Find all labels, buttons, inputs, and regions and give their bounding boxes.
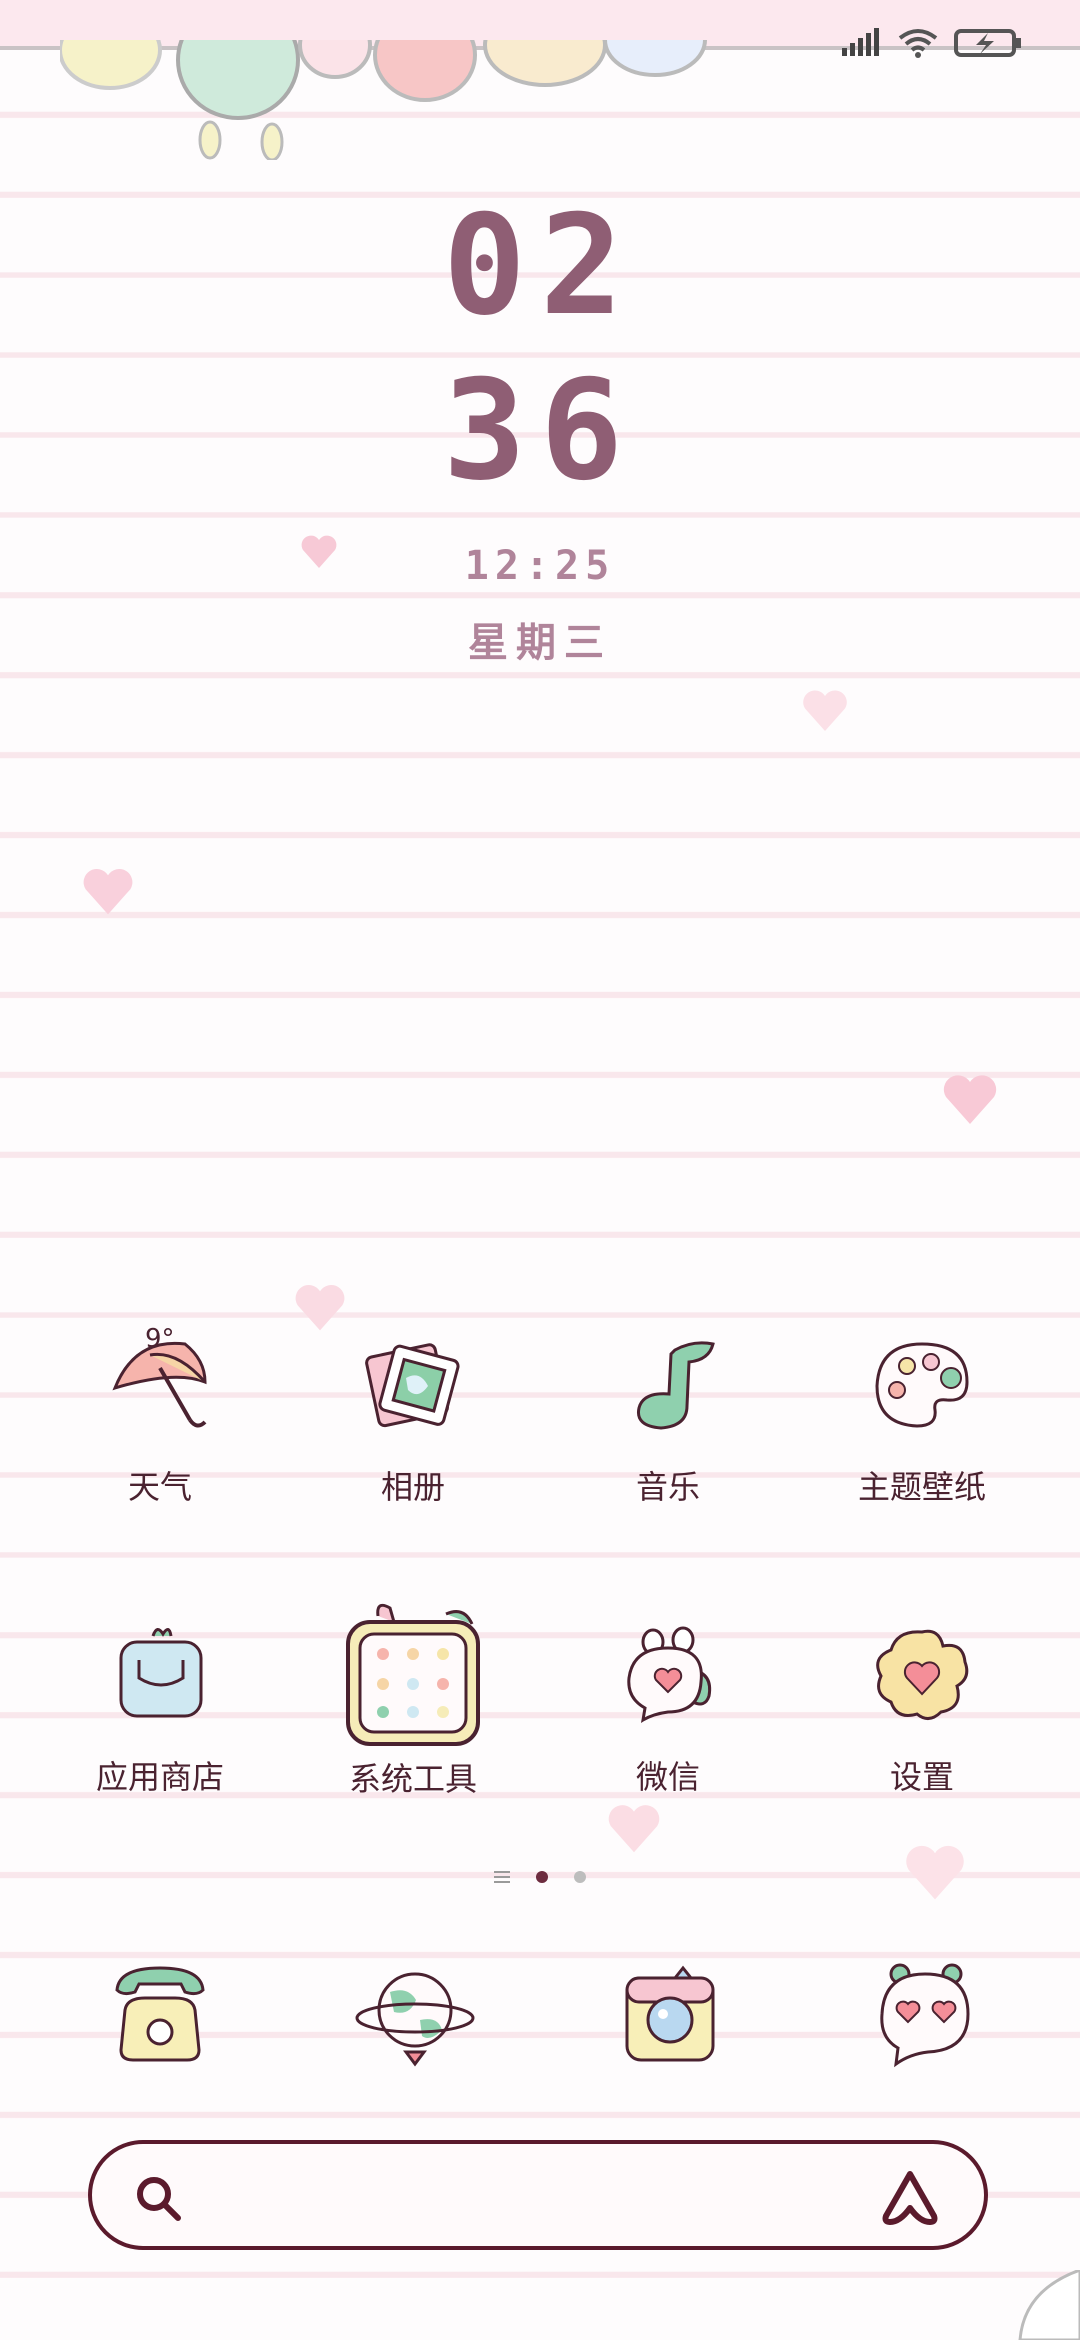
app-system-tools[interactable]: 系统工具: [313, 1600, 513, 1800]
clock-hour: 02: [442, 185, 638, 346]
app-store[interactable]: 应用商店: [60, 1620, 260, 1798]
music-note-icon: [636, 1341, 715, 1430]
app-settings[interactable]: 设置: [822, 1620, 1022, 1798]
weather-temperature: 9°: [145, 1324, 175, 1354]
heart-decoration: [301, 535, 337, 568]
page-dot-active[interactable]: [536, 1871, 548, 1883]
chat-bunny-icon: [627, 1626, 712, 1723]
app-label: 音乐: [635, 1469, 700, 1505]
page-indicator[interactable]: [0, 1870, 1080, 1884]
page-dot[interactable]: [574, 1871, 586, 1883]
flower-gear-icon: [876, 1629, 969, 1720]
shopping-bag-icon: [119, 1628, 203, 1718]
assistant-icon[interactable]: [880, 2170, 940, 2226]
app-label: 应用商店: [95, 1759, 224, 1795]
app-weather[interactable]: 9° 天气: [60, 1324, 260, 1508]
corner-decoration: [1018, 2270, 1080, 2340]
clock-minute: 36: [442, 350, 638, 511]
camera-icon[interactable]: [605, 1960, 735, 2070]
heart-decoration: [83, 868, 133, 915]
secondary-time: 12:25: [464, 543, 616, 589]
signal-icon: [842, 28, 879, 56]
app-label: 系统工具: [348, 1761, 477, 1797]
folder-icon: [346, 1603, 480, 1746]
search-bar[interactable]: [88, 2140, 988, 2250]
phone-icon[interactable]: [95, 1960, 225, 2070]
app-label: 天气: [127, 1469, 192, 1505]
weekday: 星期三: [468, 620, 612, 666]
app-label: 设置: [889, 1759, 954, 1795]
palette-icon: [875, 1342, 969, 1428]
status-icons: [840, 28, 1024, 58]
app-gallery[interactable]: 相册: [313, 1330, 513, 1508]
search-icon[interactable]: [134, 2174, 184, 2224]
battery-charging-icon: [954, 29, 1021, 57]
cartoon-characters-decoration: [60, 40, 707, 160]
app-wechat[interactable]: 微信: [568, 1620, 768, 1798]
heart-decoration: [943, 1075, 997, 1124]
heart-decoration: [608, 1805, 660, 1853]
heart-decoration: [295, 1284, 345, 1331]
app-label: 微信: [635, 1759, 700, 1795]
app-themes[interactable]: 主题壁纸: [822, 1330, 1022, 1508]
messages-icon[interactable]: [860, 1960, 990, 2070]
wifi-icon: [898, 29, 938, 58]
menu-lines-icon[interactable]: [494, 1870, 510, 1884]
app-label: 相册: [380, 1469, 445, 1505]
heart-decoration: [803, 690, 847, 731]
app-music[interactable]: 音乐: [568, 1330, 768, 1508]
photo-frame-icon: [365, 1343, 460, 1428]
globe-icon[interactable]: [350, 1960, 480, 2070]
app-label: 主题壁纸: [857, 1469, 986, 1505]
